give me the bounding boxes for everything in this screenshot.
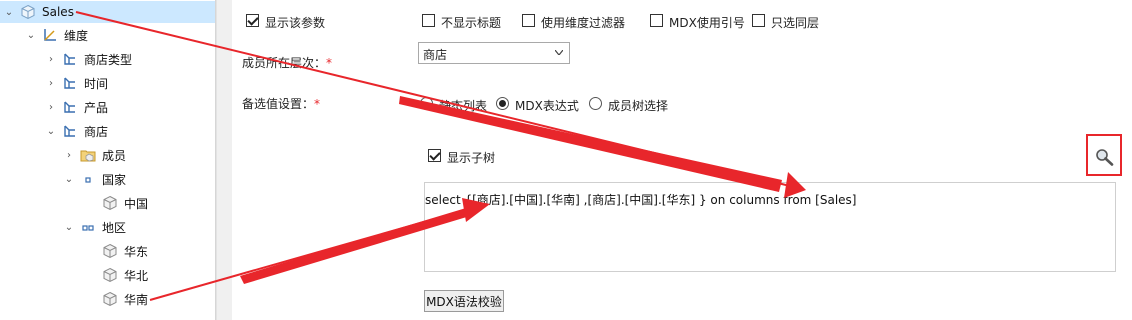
member-level-value: 商店 — [423, 48, 448, 62]
chevron-down-icon[interactable]: ⌄ — [4, 7, 14, 18]
show-subtree-checkbox[interactable] — [428, 149, 441, 162]
level-one-icon — [80, 171, 96, 187]
tree-node-product[interactable]: › 产品 — [0, 96, 215, 118]
tree-node-south-china[interactable]: 华南 — [0, 288, 215, 310]
same-level-label: 只选同层 — [771, 16, 820, 30]
dimension-axis-icon — [42, 27, 58, 43]
chevron-down-icon[interactable]: ⌄ — [26, 30, 36, 41]
chevron-right-icon[interactable]: › — [46, 78, 56, 89]
options-label: 备选值设置：* — [242, 95, 320, 112]
chevron-right-icon[interactable]: › — [64, 150, 74, 161]
tree-node-store[interactable]: ⌄ 商店 — [0, 120, 215, 142]
chevron-down-icon[interactable]: ⌄ — [46, 126, 56, 137]
member-cube-icon — [102, 291, 118, 307]
hierarchy-icon — [62, 51, 78, 67]
member-cube-icon — [102, 267, 118, 283]
tree-scrollbar[interactable] — [216, 0, 232, 320]
level-two-icon — [80, 219, 96, 235]
tree-node-label: 成员 — [102, 148, 127, 163]
required-mark: * — [326, 56, 333, 70]
mdx-quote-label: MDX使用引号 — [669, 16, 745, 30]
tree-node-label: 商店类型 — [84, 52, 133, 67]
chevron-right-icon[interactable]: › — [46, 54, 56, 65]
hierarchy-icon — [62, 99, 78, 115]
tree-node-region[interactable]: ⌄ 地区 — [0, 216, 215, 238]
dim-filter-label: 使用维度过滤器 — [541, 16, 626, 30]
show-param-checkbox[interactable] — [246, 14, 259, 27]
tree-node-china[interactable]: 中国 — [0, 192, 215, 214]
tree-node-label: 国家 — [102, 172, 127, 187]
search-button[interactable] — [1086, 134, 1122, 176]
hide-title-label: 不显示标题 — [441, 16, 502, 30]
mdx-expression-label: MDX表达式 — [515, 99, 579, 113]
hide-title-checkbox[interactable] — [422, 14, 435, 27]
tree-node-label: 中国 — [124, 196, 149, 211]
member-tree-radio[interactable] — [589, 97, 602, 110]
chevron-down-icon[interactable]: ⌄ — [64, 174, 74, 185]
tree-node-east-china[interactable]: 华东 — [0, 240, 215, 262]
member-level-label: 成员所在层次：* — [242, 54, 332, 71]
tree-node-dimension[interactable]: ⌄ 维度 — [0, 24, 215, 46]
mdx-quote-checkbox[interactable] — [650, 14, 663, 27]
parameter-settings-panel: 显示该参数 不显示标题 使用维度过滤器 MDX使用引号 只选同层 成员所在层次：… — [232, 0, 1132, 320]
mdx-expression-text: select {[商店].[中国].[华南] ,[商店].[中国].[华东] }… — [425, 193, 857, 207]
tree-node-label: 地区 — [102, 220, 127, 235]
dim-filter-checkbox[interactable] — [522, 14, 535, 27]
static-list-label: 静态列表 — [439, 99, 488, 113]
required-mark: * — [314, 97, 321, 111]
member-cube-icon — [102, 243, 118, 259]
tree-node-label: 时间 — [84, 76, 109, 91]
hierarchy-icon — [62, 75, 78, 91]
tree-node-label: Sales — [42, 5, 74, 19]
tree-node-members[interactable]: › 成员 — [0, 144, 215, 166]
member-level-text: 成员所在层次： — [242, 56, 327, 70]
mdx-validate-button[interactable]: MDX语法校验 — [424, 290, 504, 312]
tree-node-store-type[interactable]: › 商店类型 — [0, 48, 215, 70]
options-text: 备选值设置： — [242, 97, 315, 111]
tree-node-country[interactable]: ⌄ 国家 — [0, 168, 215, 190]
search-icon — [1096, 149, 1114, 166]
member-tree-label: 成员树选择 — [608, 99, 669, 113]
tree-node-time[interactable]: › 时间 — [0, 72, 215, 94]
folder-cube-icon — [80, 147, 96, 163]
same-level-checkbox[interactable] — [752, 14, 765, 27]
chevron-right-icon[interactable]: › — [46, 102, 56, 113]
tree-node-sales[interactable]: ⌄ Sales — [0, 1, 215, 23]
tree-node-label: 产品 — [84, 100, 109, 115]
tree-node-label: 华东 — [124, 244, 149, 259]
hierarchy-icon — [62, 123, 78, 139]
member-level-select[interactable]: 商店 — [418, 42, 570, 64]
tree-node-north-china[interactable]: 华北 — [0, 264, 215, 286]
show-param-label: 显示该参数 — [265, 16, 326, 30]
tree-node-label: 商店 — [84, 124, 109, 139]
mdx-expression-radio[interactable] — [496, 97, 509, 110]
tree-node-label: 华北 — [124, 268, 149, 283]
member-cube-icon — [102, 195, 118, 211]
chevron-down-icon[interactable]: ⌄ — [64, 222, 74, 233]
show-subtree-label: 显示子树 — [447, 151, 496, 165]
static-list-radio[interactable] — [420, 97, 433, 110]
cube-icon — [20, 4, 36, 20]
chevron-down-icon — [555, 50, 563, 55]
dimension-tree: ⌄ Sales ⌄ 维度 › 商店类型 › 时间 › 产品 ⌄ 商店 › 成员 … — [0, 0, 216, 320]
tree-node-label: 维度 — [64, 28, 89, 43]
mdx-expression-editor[interactable]: select {[商店].[中国].[华南] ,[商店].[中国].[华东] }… — [424, 182, 1116, 272]
tree-node-partial[interactable]: › — [0, 312, 215, 320]
tree-node-label: 华南 — [124, 292, 149, 307]
